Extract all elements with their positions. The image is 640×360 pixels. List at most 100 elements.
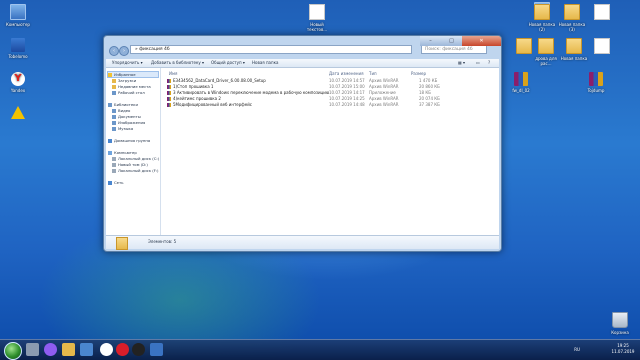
rar-archive-icon bbox=[514, 72, 528, 86]
folder-icon bbox=[538, 38, 554, 54]
homegroup-icon bbox=[108, 139, 112, 143]
opera-taskbar-icon[interactable] bbox=[116, 343, 129, 356]
file-row[interactable]: E3434562_DataCard_Driver_6.00.08.00_Setu… bbox=[161, 78, 499, 83]
recent-places-icon bbox=[112, 85, 116, 89]
network-icon bbox=[108, 181, 112, 185]
desktop-icon-doc-right-2[interactable] bbox=[586, 38, 618, 56]
file-date: 10.07.2019 14:17 bbox=[329, 90, 365, 95]
column-header-date[interactable]: Дата изменения bbox=[329, 71, 364, 76]
file-date: 10.07.2019 14:57 bbox=[329, 78, 365, 83]
star-icon bbox=[108, 73, 112, 77]
sidebar-item-computer[interactable]: Компьютер bbox=[108, 150, 137, 155]
desktop-icon-tojdump[interactable]: Tojdump bbox=[580, 72, 612, 93]
file-size: 18 КБ bbox=[419, 90, 431, 95]
desktop-icon-text-document[interactable]: Новый текстов... bbox=[301, 4, 333, 32]
file-name: E3434562_DataCard_Driver_6.00.08.00_Setu… bbox=[167, 78, 266, 83]
desktop-icon-recycle-bin[interactable]: Корзина bbox=[604, 312, 636, 335]
desktop-icon-tobelomo[interactable]: Tobelomo bbox=[2, 38, 34, 59]
computer-icon bbox=[108, 151, 112, 155]
drive-icon bbox=[112, 169, 116, 173]
clock-date: 11.07.2019 bbox=[611, 349, 635, 354]
text-document-icon bbox=[309, 4, 325, 20]
sidebar-item-drive-f[interactable]: Локальный диск (F:) bbox=[112, 168, 158, 173]
file-date: 10.07.2019 15:00 bbox=[329, 84, 365, 89]
maximize-button[interactable]: □ bbox=[441, 36, 462, 46]
sidebar-item-homegroup[interactable]: Домашняя группа bbox=[108, 138, 150, 143]
column-header-size[interactable]: Размер bbox=[411, 71, 426, 76]
file-size: 1 470 КБ bbox=[419, 78, 438, 83]
sidebar-item-music[interactable]: Музыка bbox=[112, 126, 133, 131]
file-name: 4)кейтимс прошивка 2 bbox=[167, 96, 221, 101]
view-options-icon[interactable]: ▦ ▾ bbox=[458, 59, 465, 67]
command-bar: Упорядочить ▾ Добавить в библиотеку ▾ Об… bbox=[106, 59, 499, 68]
desktop-icon-computer[interactable]: Компьютер bbox=[2, 4, 34, 27]
preview-pane-icon[interactable]: ▭ bbox=[476, 59, 480, 67]
sidebar-item-network[interactable]: Сеть bbox=[108, 180, 123, 185]
sidebar-item-libraries[interactable]: Библиотеки bbox=[108, 102, 138, 107]
title-bar[interactable]: ‹ › » фиксация 4б Поиск: фиксация 4б – □… bbox=[104, 36, 501, 58]
desktop-icon-yandex[interactable]: Y Yandex bbox=[2, 72, 34, 93]
address-bar[interactable]: » фиксация 4б bbox=[130, 45, 412, 54]
forward-button[interactable]: › bbox=[119, 46, 129, 56]
drive-icon bbox=[112, 163, 116, 167]
file-type: Архив WinRAR bbox=[369, 84, 399, 89]
sidebar-item-pictures[interactable]: Изображения bbox=[112, 120, 145, 125]
explorer-taskbar-icon[interactable] bbox=[26, 343, 39, 356]
desktop-icon-folder-2[interactable]: Новая папка (2) bbox=[526, 4, 558, 32]
desktop-icon-fw-dl[interactable]: fw_dl_02 bbox=[505, 72, 537, 93]
sidebar-item-drive-d[interactable]: Новый том (D:) bbox=[112, 162, 148, 167]
desktop-icon-warning[interactable] bbox=[2, 106, 34, 121]
alice-taskbar-icon[interactable] bbox=[44, 343, 57, 356]
share-button[interactable]: Общий доступ ▾ bbox=[211, 59, 245, 67]
start-button[interactable] bbox=[4, 342, 22, 360]
file-row[interactable]: 5Модифицированный веб интерфейс 10.07.20… bbox=[161, 102, 499, 107]
organize-button[interactable]: Упорядочить ▾ bbox=[112, 59, 143, 67]
sidebar-item-video[interactable]: Видео bbox=[112, 108, 130, 113]
search-input[interactable]: Поиск: фиксация 4б bbox=[421, 45, 487, 54]
recycle-bin-icon bbox=[612, 312, 628, 328]
pictures-icon bbox=[112, 121, 116, 125]
file-type: Приложение bbox=[369, 90, 396, 95]
back-button[interactable]: ‹ bbox=[109, 46, 119, 56]
sidebar-item-drive-c[interactable]: Локальный диск (C:) bbox=[112, 156, 159, 161]
record-taskbar-icon[interactable] bbox=[132, 343, 145, 356]
help-icon[interactable]: ? bbox=[488, 59, 490, 67]
language-indicator[interactable]: RU bbox=[574, 347, 580, 352]
file-name: 5Модифицированный веб интерфейс bbox=[167, 102, 252, 107]
app-taskbar-icon[interactable] bbox=[150, 343, 163, 356]
minimize-button[interactable]: – bbox=[420, 36, 441, 46]
file-size: 20 074 КБ bbox=[419, 96, 440, 101]
column-header-name[interactable]: Имя bbox=[169, 71, 177, 76]
yandex-icon: Y bbox=[11, 72, 25, 86]
add-to-library-button[interactable]: Добавить в библиотеку ▾ bbox=[151, 59, 204, 67]
application-icon bbox=[167, 91, 171, 95]
sidebar-item-recent-places[interactable]: Недавние места bbox=[112, 84, 151, 89]
close-button[interactable]: ✕ bbox=[462, 36, 501, 46]
rar-archive-icon bbox=[167, 85, 171, 89]
file-row[interactable]: 4)кейтимс прошивка 2 10.07.2019 14:25 Ар… bbox=[161, 96, 499, 101]
file-type: Архив WinRAR bbox=[369, 78, 399, 83]
video-icon bbox=[112, 109, 116, 113]
music-icon bbox=[112, 127, 116, 131]
file-type: Архив WinRAR bbox=[369, 96, 399, 101]
computer-icon bbox=[10, 4, 26, 20]
folder-taskbar-icon[interactable] bbox=[62, 343, 75, 356]
desktop-icon-doc-right-1[interactable] bbox=[586, 4, 618, 22]
file-name: 3 Активировать в Windows переключение мо… bbox=[167, 90, 329, 95]
documents-icon bbox=[112, 115, 116, 119]
sidebar-item-favorites[interactable]: Избранное bbox=[107, 71, 159, 78]
desktop-icon-folder-3[interactable]: Новая папка (3) bbox=[556, 4, 588, 32]
sidebar-item-desktop[interactable]: Рабочий стол bbox=[112, 90, 145, 95]
yandex-browser-taskbar-icon[interactable] bbox=[100, 343, 113, 356]
file-row[interactable]: 3 Активировать в Windows переключение мо… bbox=[161, 90, 499, 95]
drive-icon bbox=[112, 157, 116, 161]
text-document-icon bbox=[594, 4, 610, 20]
sidebar-item-documents[interactable]: Документы bbox=[112, 114, 141, 119]
media-taskbar-icon[interactable] bbox=[80, 343, 93, 356]
sidebar-item-downloads[interactable]: Загрузки bbox=[112, 78, 136, 83]
new-folder-button[interactable]: Новая папка bbox=[252, 59, 279, 67]
file-date: 10.07.2019 14:48 bbox=[329, 102, 365, 107]
clock[interactable]: 19:25 11.07.2019 bbox=[611, 343, 635, 355]
column-header-type[interactable]: Тип bbox=[369, 71, 377, 76]
file-row[interactable]: 1)Стоп прошивка 1 10.07.2019 15:00 Архив… bbox=[161, 84, 499, 89]
